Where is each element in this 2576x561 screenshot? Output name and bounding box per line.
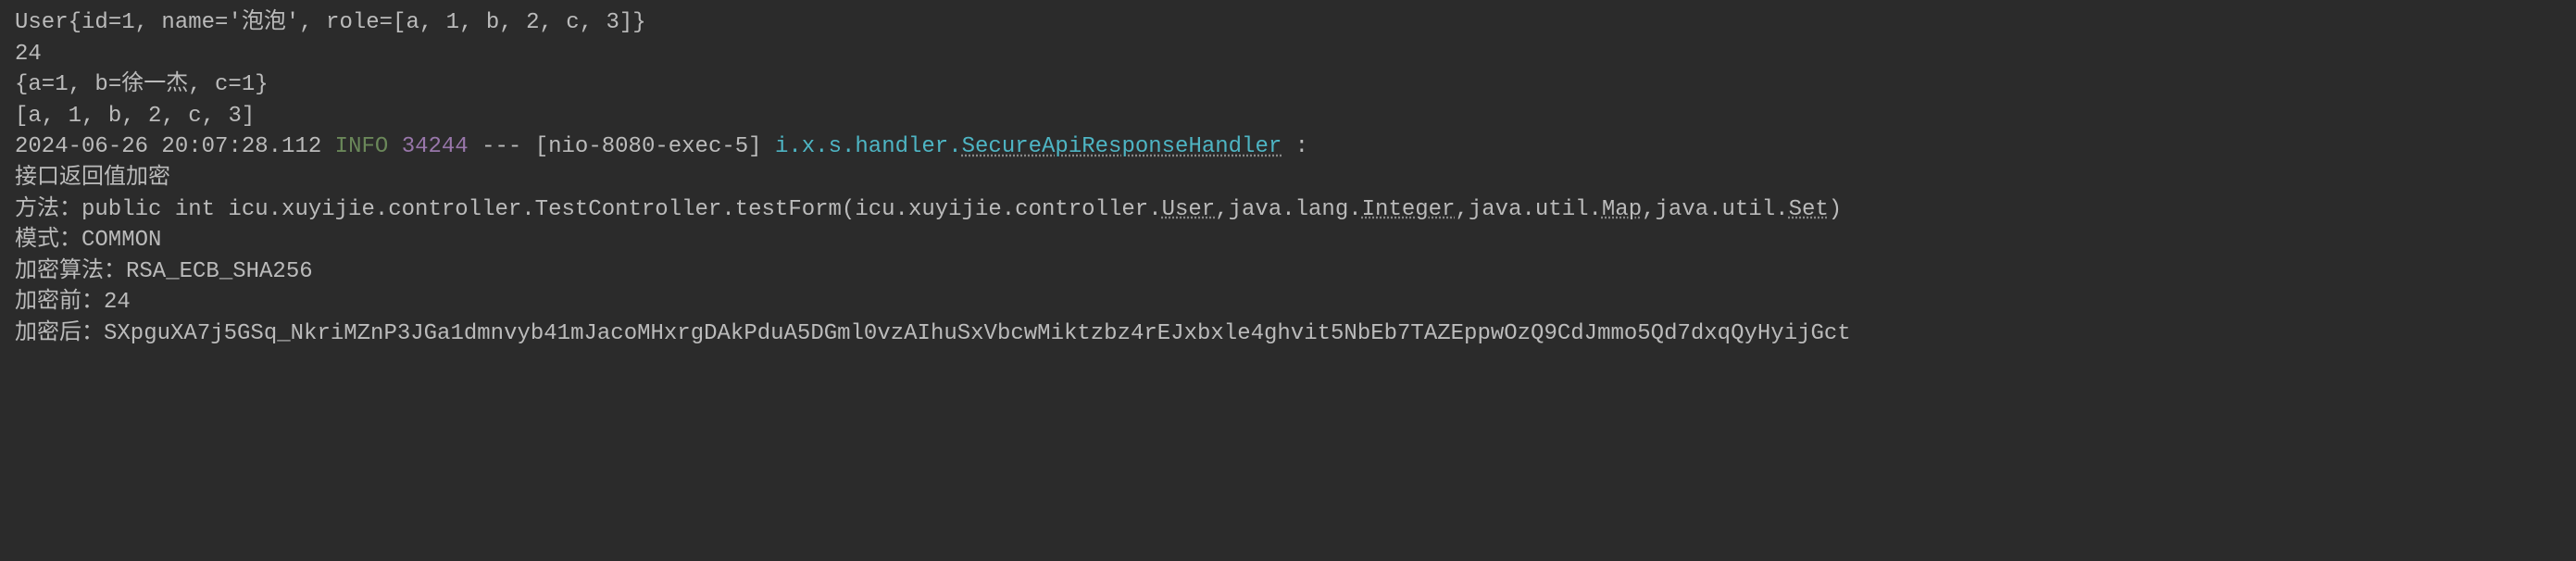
log-sig-user: User	[1162, 197, 1216, 222]
log-pid: 34244	[402, 134, 469, 159]
log-line-algorithm: 加密算法：RSA_ECB_SHA256	[15, 256, 2561, 288]
log-text: [a, 1, b, 2, c, 3]	[15, 104, 255, 129]
log-label: 加密算法：	[15, 259, 126, 284]
log-line-method: 方法：public int icu.xuyijie.controller.Tes…	[15, 194, 2561, 226]
log-line-after-encrypt: 加密后：SXpguXA7j5GSq_NkriMZnP3JGa1dmnvyb41m…	[15, 318, 2561, 350]
log-line-output: [a, 1, b, 2, c, 3]	[15, 101, 2561, 132]
log-logger-package: i.x.s.handler.	[775, 134, 962, 159]
log-sig-map: Map	[1602, 197, 1642, 222]
log-value: COMMON	[81, 228, 161, 253]
log-value: 24	[104, 290, 131, 315]
log-text: {a=1, b=徐一杰, c=1}	[15, 72, 269, 97]
log-sig: ,java.util.	[1455, 197, 1601, 222]
log-value: RSA_ECB_SHA256	[126, 259, 313, 284]
log-line-mode: 模式：COMMON	[15, 225, 2561, 256]
log-sig-integer: Integer	[1362, 197, 1456, 222]
log-sig: ,java.util.	[1642, 197, 1788, 222]
log-line-output: User{id=1, name='泡泡', role=[a, 1, b, 2, …	[15, 7, 2561, 39]
log-sig: )	[1829, 197, 1842, 222]
log-thread: [nio-8080-exec-5]	[535, 134, 762, 159]
log-text: 24	[15, 42, 42, 67]
log-line-before-encrypt: 加密前：24	[15, 287, 2561, 318]
log-label: 方法：	[15, 197, 81, 222]
log-line-entry: 2024-06-26 20:07:28.112 INFO 34244 --- […	[15, 131, 2561, 163]
log-label: 加密前：	[15, 290, 104, 315]
log-label: 加密后：	[15, 321, 104, 346]
log-line-message: 接口返回值加密	[15, 163, 2561, 194]
log-text: 接口返回值加密	[15, 166, 170, 191]
log-colon: :	[1282, 134, 1308, 159]
log-value: SXpguXA7j5GSq_NkriMZnP3JGa1dmnvyb41mJaco…	[104, 321, 1851, 346]
log-separator: ---	[469, 134, 535, 159]
log-level: INFO	[335, 134, 389, 159]
log-text: User{id=1, name='泡泡', role=[a, 1, b, 2, …	[15, 10, 646, 35]
log-sig: ,java.lang.	[1215, 197, 1361, 222]
log-logger-class: SecureApiResponseHandler	[962, 134, 1282, 159]
log-sig: public int icu.xuyijie.controller.TestCo…	[81, 197, 1162, 222]
log-sig-set: Set	[1789, 197, 1829, 222]
log-timestamp: 2024-06-26 20:07:28.112	[15, 134, 321, 159]
log-line-output: {a=1, b=徐一杰, c=1}	[15, 69, 2561, 101]
log-line-output: 24	[15, 39, 2561, 70]
log-label: 模式：	[15, 228, 81, 253]
